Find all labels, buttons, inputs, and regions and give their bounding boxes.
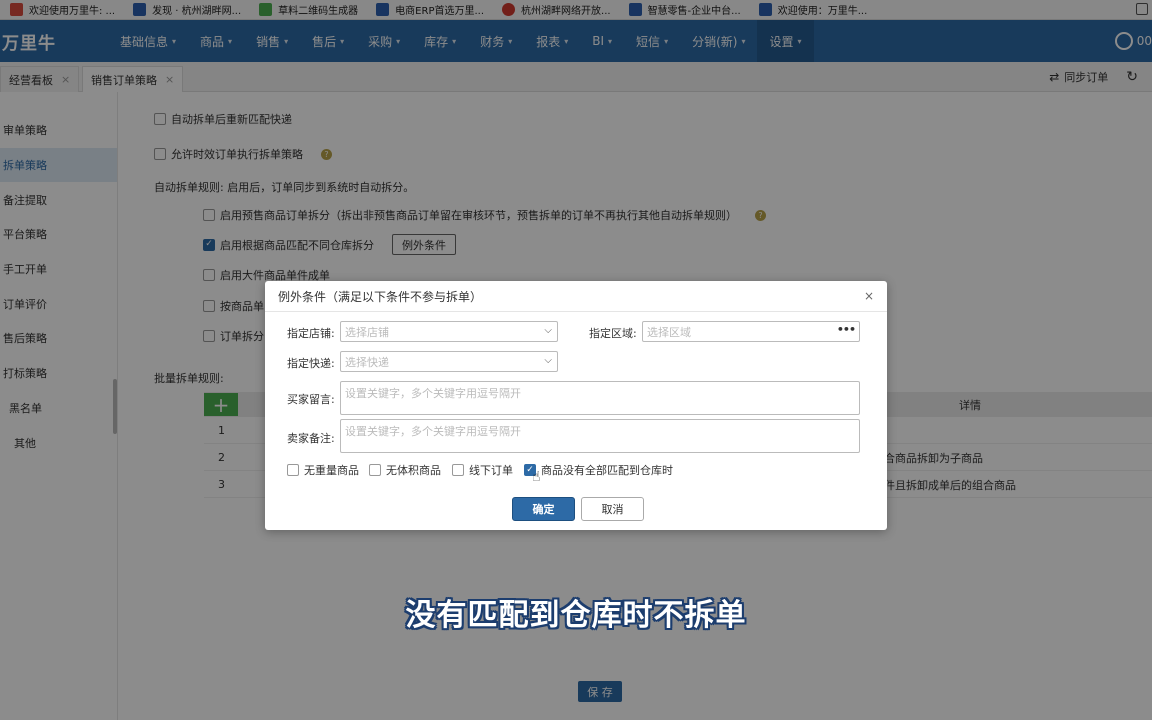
check-label: 线下订单 — [469, 464, 513, 477]
hand-cursor-icon: ☝ — [532, 469, 541, 485]
exception-conditions-dialog: 例外条件（满足以下条件不参与拆单） × 指定店铺: 选择店铺 ⌵ 指定区域: 选… — [265, 281, 887, 530]
dialog-header: 例外条件（满足以下条件不参与拆单） × — [265, 281, 887, 312]
region-placeholder: 选择区域 — [647, 325, 691, 339]
buyer-message-input[interactable]: 设置关键字，多个关键字用逗号隔开 — [340, 381, 860, 415]
seller-note-label: 卖家备注: — [287, 432, 335, 445]
check-label: 无体积商品 — [386, 464, 441, 477]
cancel-button[interactable]: 取消 — [581, 497, 644, 521]
shop-placeholder: 选择店铺 — [345, 325, 389, 339]
video-subtitle: 没有匹配到仓库时不拆单 — [405, 598, 747, 633]
check-label: 商品没有全部匹配到仓库时 — [541, 464, 673, 477]
region-select[interactable]: 选择区域 ••• — [642, 321, 860, 342]
chevron-down-icon: ⌵ — [544, 325, 552, 336]
checkbox[interactable] — [369, 464, 381, 476]
check-no-volume[interactable]: 无体积商品 — [369, 462, 441, 478]
shop-select[interactable]: 选择店铺 ⌵ — [340, 321, 558, 342]
express-label: 指定快递: — [287, 357, 335, 370]
chevron-down-icon: ⌵ — [544, 355, 552, 366]
close-icon[interactable]: × — [864, 289, 874, 303]
express-select[interactable]: 选择快递 ⌵ — [340, 351, 558, 372]
shop-label: 指定店铺: — [287, 327, 335, 340]
confirm-button[interactable]: 确定 — [512, 497, 575, 521]
check-offline-order[interactable]: 线下订单 — [452, 462, 513, 478]
dialog-title: 例外条件（满足以下条件不参与拆单） — [278, 289, 483, 304]
buyer-message-placeholder: 设置关键字，多个关键字用逗号隔开 — [345, 387, 521, 400]
more-icon[interactable]: ••• — [837, 323, 856, 336]
seller-note-placeholder: 设置关键字，多个关键字用逗号隔开 — [345, 425, 521, 438]
region-label: 指定区域: — [589, 327, 637, 340]
check-no-weight[interactable]: 无重量商品 — [287, 462, 359, 478]
buyer-message-label: 买家留言: — [287, 393, 335, 406]
checkbox[interactable] — [452, 464, 464, 476]
check-label: 无重量商品 — [304, 464, 359, 477]
check-not-all-matched-warehouse[interactable]: ✓ 商品没有全部匹配到仓库时 — [524, 462, 673, 478]
checkbox[interactable] — [287, 464, 299, 476]
express-placeholder: 选择快递 — [345, 355, 389, 369]
seller-note-input[interactable]: 设置关键字，多个关键字用逗号隔开 — [340, 419, 860, 453]
